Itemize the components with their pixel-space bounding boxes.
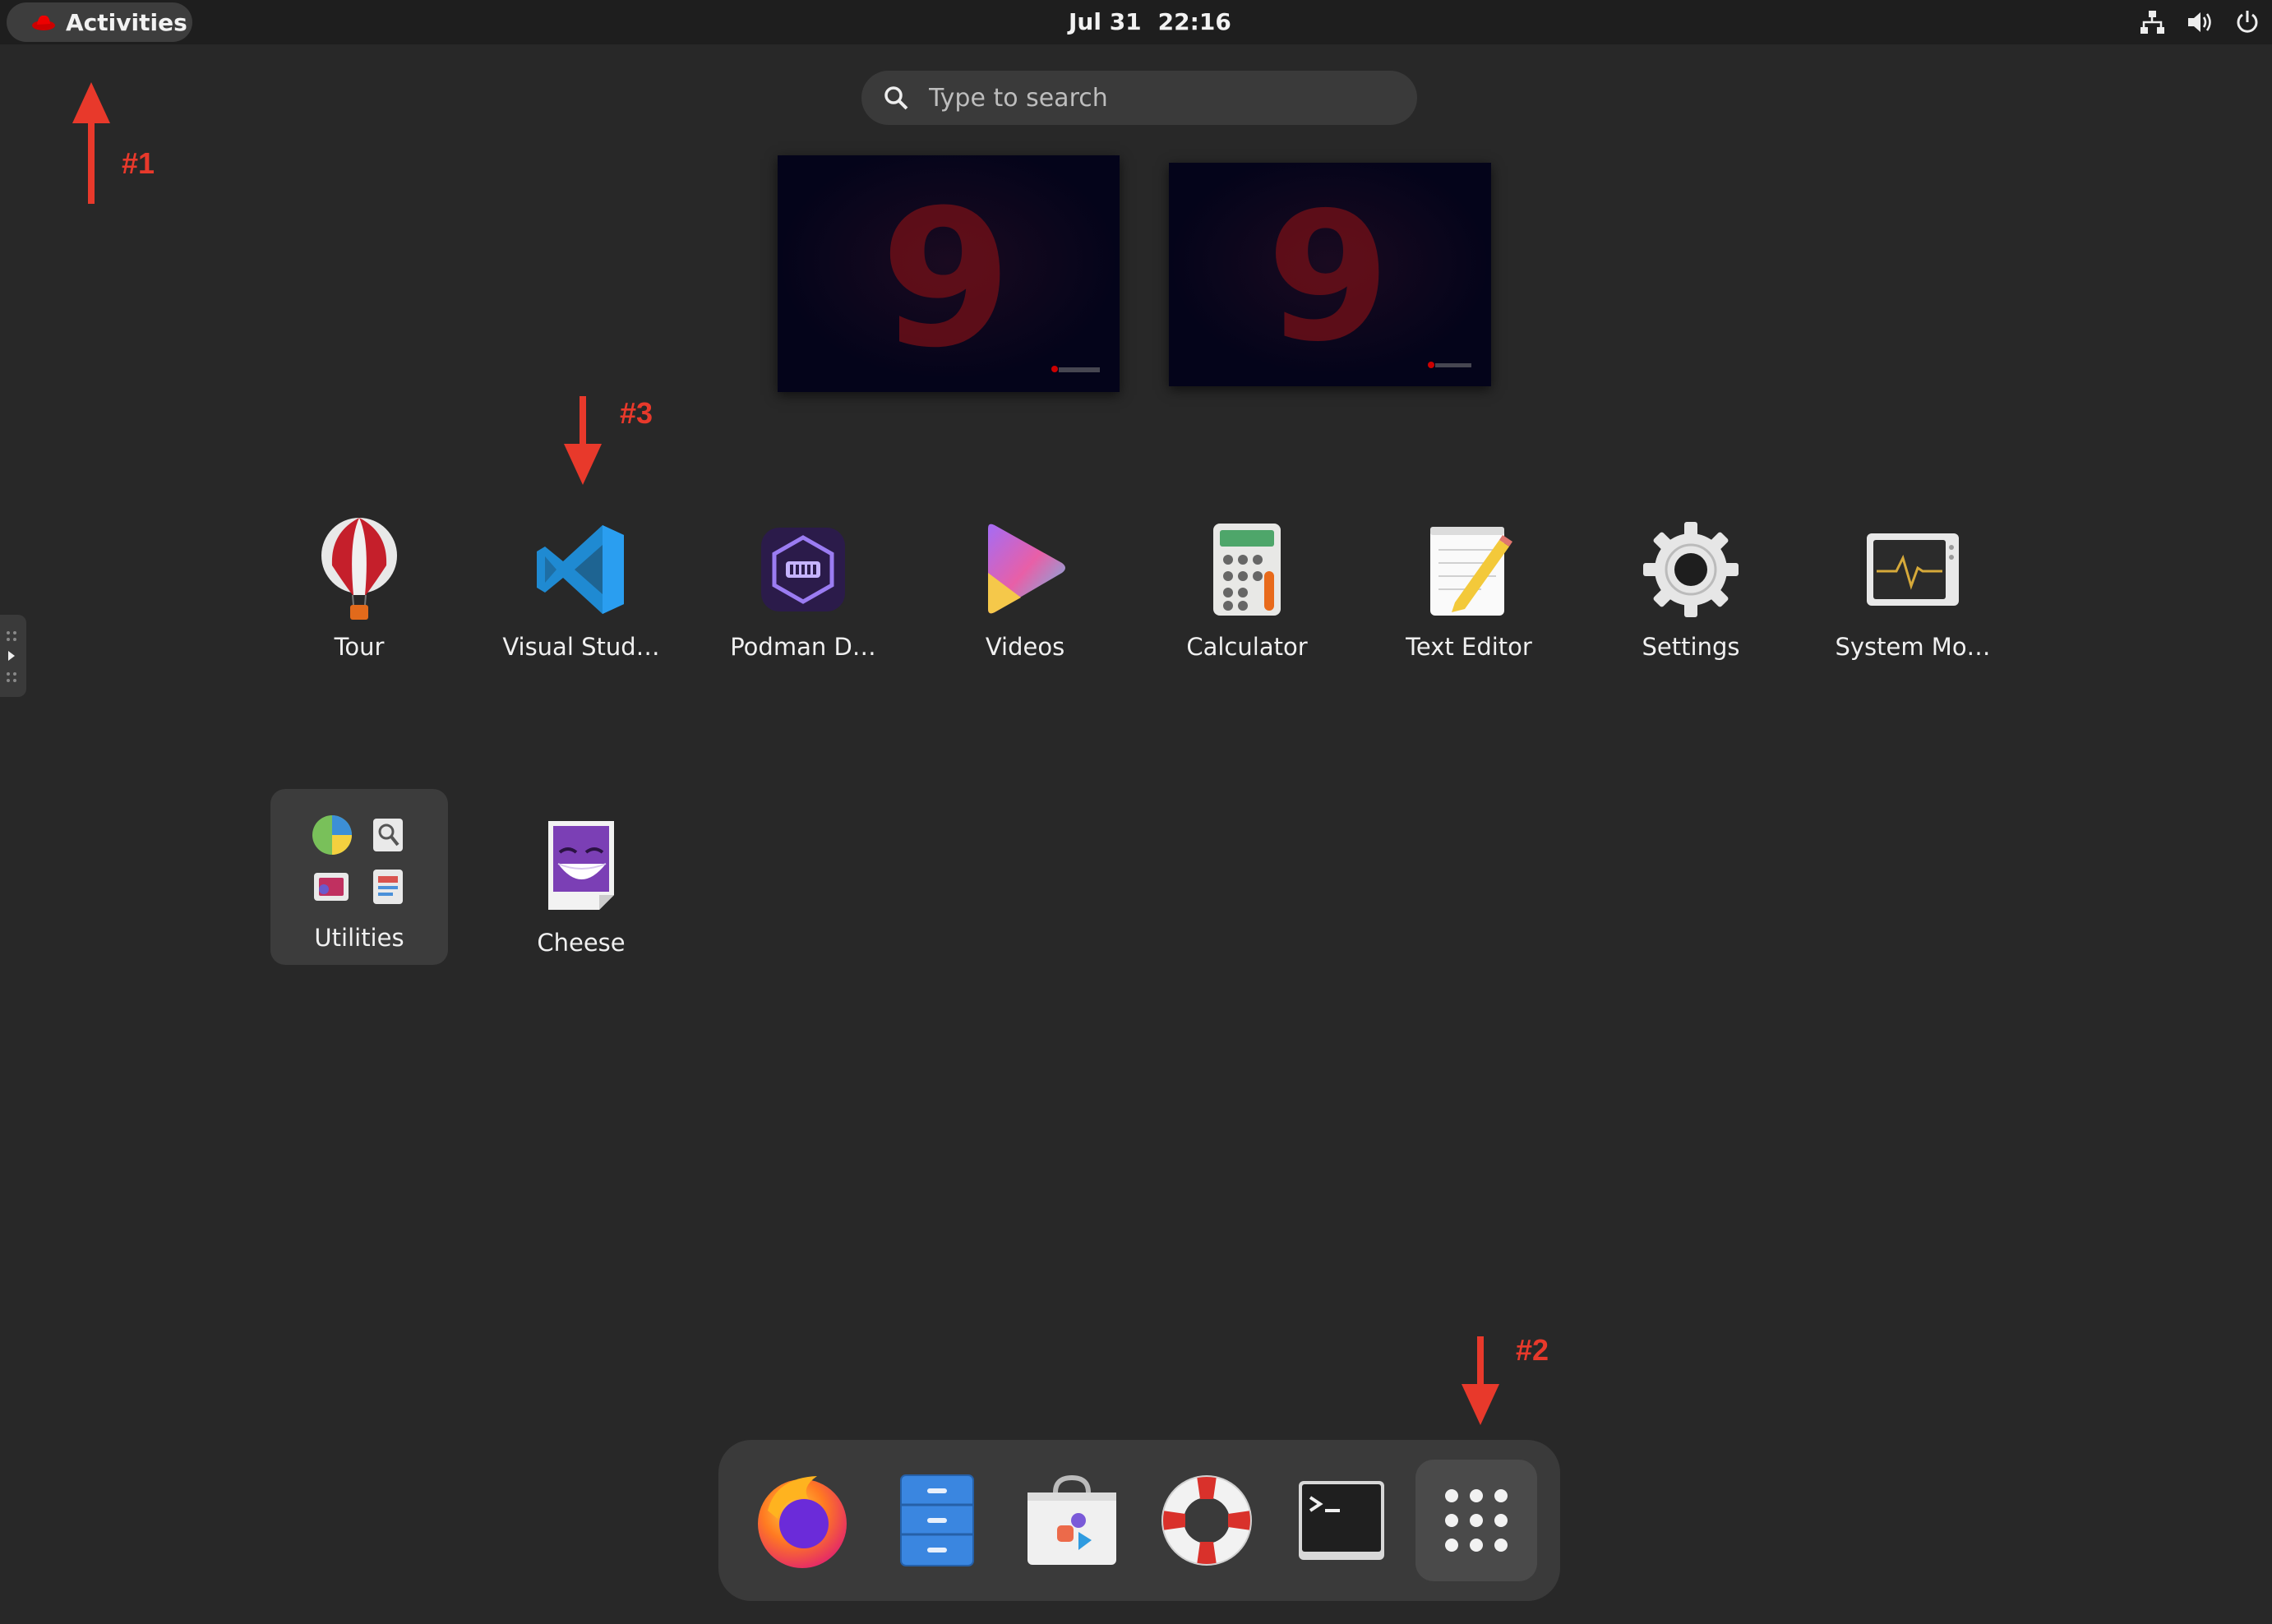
dash-terminal[interactable]: [1281, 1460, 1402, 1581]
annotation-label-1: #1: [122, 146, 155, 180]
chevron-right-icon: [7, 631, 16, 682]
app-label: Videos: [985, 633, 1065, 661]
annotation-arrow-2: [1462, 1336, 1499, 1425]
app-label: Text Editor: [1406, 633, 1532, 661]
text-editor-icon: [1415, 516, 1522, 623]
app-label: Tour: [334, 633, 385, 661]
workspace-thumbnail-2[interactable]: 9: [1169, 163, 1491, 386]
show-apps-button[interactable]: [1415, 1460, 1537, 1581]
app-label: Podman D…: [730, 633, 876, 661]
app-calculator[interactable]: Calculator: [1148, 498, 1346, 662]
dash-help[interactable]: [1146, 1460, 1268, 1581]
folder-utilities[interactable]: Utilities: [270, 789, 448, 965]
network-icon[interactable]: [2137, 7, 2167, 37]
firefox-icon: [758, 1476, 847, 1568]
dash-software[interactable]: [1011, 1460, 1133, 1581]
terminal-icon: [1299, 1481, 1384, 1560]
app-podman-desktop[interactable]: Podman D…: [704, 498, 902, 662]
annotation-arrow-3: [564, 396, 602, 485]
annotation-label-3: #3: [620, 396, 653, 430]
activities-button[interactable]: Activities: [7, 2, 192, 42]
workspace-glyph-1: 9: [880, 170, 1012, 390]
lifebuoy-icon: [1161, 1475, 1252, 1566]
podman-icon: [750, 516, 857, 623]
system-monitor-icon: [1859, 516, 1966, 623]
volume-icon[interactable]: [2185, 7, 2214, 37]
dash: [718, 1440, 1560, 1601]
software-icon: [1027, 1474, 1116, 1565]
app-label: Visual Stud…: [502, 633, 660, 661]
activities-label: Activities: [66, 8, 187, 36]
app-system-monitor[interactable]: System Mo…: [1814, 498, 2011, 662]
app-visual-studio-code[interactable]: Visual Stud…: [483, 498, 680, 662]
vscode-icon: [528, 516, 635, 623]
clock-date: Jul 31: [1069, 8, 1142, 35]
top-bar: Activities Jul 31 22:16: [0, 0, 2272, 44]
app-cheese[interactable]: Cheese: [483, 794, 680, 958]
videos-icon: [972, 516, 1078, 623]
app-label: Calculator: [1186, 633, 1308, 661]
app-grid-icon: [1445, 1489, 1508, 1552]
app-videos[interactable]: Videos: [926, 498, 1124, 662]
power-icon[interactable]: [2233, 7, 2262, 37]
app-label: Utilities: [314, 924, 404, 952]
dash-files[interactable]: [876, 1460, 998, 1581]
gear-icon: [1637, 516, 1744, 623]
folder-icon: [306, 807, 413, 914]
clock[interactable]: Jul 31 22:16: [1069, 0, 1231, 44]
app-label: Settings: [1642, 633, 1740, 661]
calculator-icon: [1194, 516, 1300, 623]
search-bar[interactable]: [861, 71, 1417, 125]
balloon-icon: [306, 516, 413, 623]
search-input[interactable]: [927, 82, 1391, 113]
app-label: Cheese: [537, 929, 626, 957]
redhat-logo-icon: [32, 15, 55, 30]
workspace-glyph-2: 9: [1267, 174, 1390, 381]
app-settings[interactable]: Settings: [1592, 498, 1789, 662]
annotation-arrow-1: [72, 82, 110, 204]
system-tray[interactable]: [2137, 0, 2262, 44]
search-icon: [884, 86, 908, 110]
app-label: System Mo…: [1835, 633, 1991, 661]
annotation-label-2: #2: [1516, 1333, 1549, 1367]
dash-firefox[interactable]: [741, 1460, 863, 1581]
files-icon: [900, 1474, 974, 1566]
app-tour[interactable]: Tour: [261, 498, 458, 662]
workspace-thumbnail-1[interactable]: 9: [778, 155, 1120, 392]
workspace-switcher-handle[interactable]: [0, 615, 26, 697]
app-text-editor[interactable]: Text Editor: [1370, 498, 1568, 662]
cheese-icon: [528, 812, 635, 919]
clock-time: 22:16: [1157, 8, 1231, 35]
